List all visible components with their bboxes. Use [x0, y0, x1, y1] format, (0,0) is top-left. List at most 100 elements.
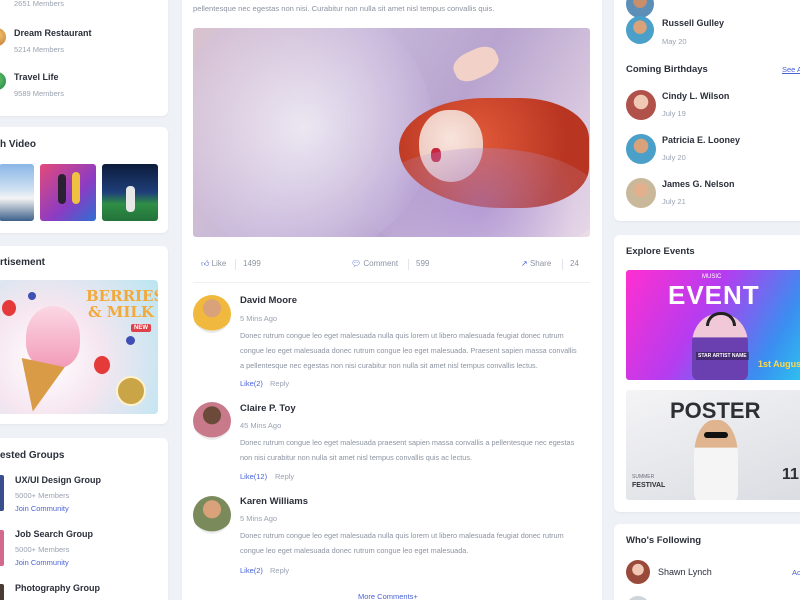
- suggested-group-members-job: 5000+ Members: [15, 545, 70, 554]
- birthday-avatar-james[interactable]: [626, 178, 656, 208]
- advertisement-title: rtisement: [0, 257, 46, 268]
- follower-avatar-2[interactable]: [626, 596, 650, 600]
- comment-like-link[interactable]: Like(2): [240, 379, 263, 388]
- comment-avatar-david[interactable]: [193, 295, 231, 333]
- follow-action-link[interactable]: Ac: [792, 568, 800, 577]
- event-title: EVENT: [668, 280, 760, 310]
- following-title: Who's Following: [626, 535, 702, 546]
- share-button[interactable]: ↗ Share: [521, 259, 551, 268]
- group-name-dream[interactable]: Dream Restaurant: [14, 28, 92, 38]
- player-figure: [126, 186, 135, 212]
- event-banner-poster[interactable]: POSTER SUMMER FESTIVAL 11: [626, 390, 800, 500]
- post-actions: 👍︎ Like 1499 💬︎ Comment 599 ↗ Share 24: [193, 256, 590, 276]
- join-community-link-job[interactable]: Join Community: [15, 558, 69, 567]
- video-card: h Video: [0, 127, 168, 233]
- birthdays-card: Russell Gulley May 20 Coming Birthdays S…: [614, 0, 800, 221]
- video-thumb-ship[interactable]: [0, 164, 34, 221]
- comment-body: Donec rutrum congue leo eget malesuada n…: [240, 528, 590, 558]
- comment-author[interactable]: David Moore: [240, 295, 297, 306]
- group-members-0: 2651 Members: [14, 0, 65, 8]
- birthday-avatar-cindy[interactable]: [626, 90, 656, 120]
- birthday-date: July 21: [662, 197, 686, 206]
- person-date: May 20: [662, 37, 687, 46]
- groups-card: 2651 Members Dream Restaurant 5214 Membe…: [0, 0, 168, 116]
- like-divider: [235, 259, 236, 270]
- ad-banner[interactable]: BERRIES & MILK NEW: [0, 280, 158, 414]
- comment-author[interactable]: Karen Williams: [240, 496, 308, 507]
- ad-new-tag: NEW: [131, 324, 151, 332]
- like-label: Like: [211, 259, 227, 268]
- advertisement-card: rtisement BERRIES & MILK NEW: [0, 246, 168, 424]
- share-icon: ↗: [521, 259, 528, 268]
- person-name[interactable]: Russell Gulley: [662, 18, 724, 28]
- thumbs-up-icon: 👍︎: [201, 259, 210, 268]
- birthday-avatar-patricia[interactable]: [626, 134, 656, 164]
- group-name-travel[interactable]: Travel Life: [14, 72, 59, 82]
- dancer-figure: [58, 174, 66, 204]
- suggested-group-thumb-job[interactable]: [0, 530, 4, 566]
- group-avatar-travel[interactable]: [0, 72, 6, 90]
- video-thumb-football[interactable]: [102, 164, 158, 221]
- group-avatar-dream[interactable]: [0, 28, 6, 46]
- event-number: 11: [782, 466, 799, 483]
- like-count: 1499: [243, 259, 261, 268]
- birthday-name[interactable]: Cindy L. Wilson: [662, 91, 729, 101]
- headphones-icon: [706, 312, 736, 326]
- comment-reply-link[interactable]: Reply: [270, 566, 289, 575]
- post-text: pellentesque nec egestas non nisi. Curab…: [193, 4, 495, 13]
- like-button[interactable]: 👍︎ Like: [201, 259, 226, 269]
- comment-reply-link[interactable]: Reply: [270, 379, 289, 388]
- comment-button[interactable]: 💬︎ Comment: [351, 259, 398, 268]
- comment-count: 599: [416, 259, 430, 268]
- post-image[interactable]: [193, 28, 590, 237]
- event-festival-label: FESTIVAL: [632, 482, 666, 489]
- hand: [449, 41, 503, 87]
- suggested-group-name-photo[interactable]: Photography Group: [15, 583, 100, 593]
- comment-body: Donec rutrum congue leo eget malesuada n…: [240, 328, 590, 373]
- comment-like-link[interactable]: Like(12): [240, 472, 267, 481]
- birthday-name[interactable]: Patricia E. Looney: [662, 135, 740, 145]
- comment-line: non nisi curabitur non nulla sit amet ni…: [240, 453, 472, 462]
- suggested-group-name-ux[interactable]: UX/UI Design Group: [15, 475, 101, 485]
- events-title: Explore Events: [626, 246, 695, 257]
- event-summer-label: SUMMER: [632, 474, 655, 480]
- video-card-title: h Video: [0, 139, 36, 150]
- following-card: Who's Following Shawn Lynch Ac: [614, 524, 800, 600]
- more-comments-link[interactable]: More Comments+: [358, 592, 418, 600]
- dancer-figure-2: [72, 172, 80, 204]
- post-card: pellentesque nec egestas non nisi. Curab…: [182, 0, 602, 600]
- person-avatar-top[interactable]: [626, 16, 654, 44]
- join-community-link-ux[interactable]: Join Community: [15, 504, 69, 513]
- event-date: 1st August: [758, 359, 800, 369]
- see-all-link[interactable]: See A: [782, 65, 800, 74]
- suggested-group-thumb-ux[interactable]: [0, 475, 4, 511]
- suggested-group-members-ux: 5000+ Members: [15, 491, 70, 500]
- birthday-date: July 20: [662, 153, 686, 162]
- birthday-name[interactable]: James G. Nelson: [662, 179, 735, 189]
- share-label: Share: [529, 259, 552, 268]
- comment-like-link[interactable]: Like(2): [240, 566, 263, 575]
- comment-line: a pellentesque nec egestas non nisi cura…: [240, 361, 538, 370]
- share-divider: [562, 259, 563, 270]
- birthdays-title: Coming Birthdays: [626, 64, 708, 75]
- comment-reply-link[interactable]: Reply: [275, 472, 294, 481]
- comment-avatar-karen[interactable]: [193, 496, 231, 534]
- group-members-dream: 5214 Members: [14, 45, 65, 54]
- comment-avatar-claire[interactable]: [193, 402, 231, 440]
- event-banner-music[interactable]: MUSIC EVENT STAR ARTIST NAME 1st August: [626, 270, 800, 380]
- blueberry-icon-2: [126, 336, 135, 345]
- video-thumb-dance[interactable]: [40, 164, 96, 221]
- comment-author[interactable]: Claire P. Toy: [240, 403, 296, 414]
- suggested-group-thumb-photo[interactable]: [0, 584, 4, 600]
- follower-avatar[interactable]: [626, 560, 650, 584]
- birthday-date: July 19: [662, 109, 686, 118]
- follower-name[interactable]: Shawn Lynch: [658, 567, 712, 577]
- suggested-groups-title: ested Groups: [0, 450, 65, 461]
- comment-line: Donec rutrum congue leo eget malesuada n…: [240, 531, 564, 540]
- comment-body: Donec rutrum congue leo eget malesuada p…: [240, 435, 590, 465]
- events-card: Explore Events MUSIC EVENT STAR ARTIST N…: [614, 235, 800, 512]
- comment-time: 5 Mins Ago: [240, 514, 278, 523]
- suggested-group-name-job[interactable]: Job Search Group: [15, 529, 93, 539]
- comment-time: 5 Mins Ago: [240, 314, 278, 323]
- strawberry-icon: [2, 300, 16, 316]
